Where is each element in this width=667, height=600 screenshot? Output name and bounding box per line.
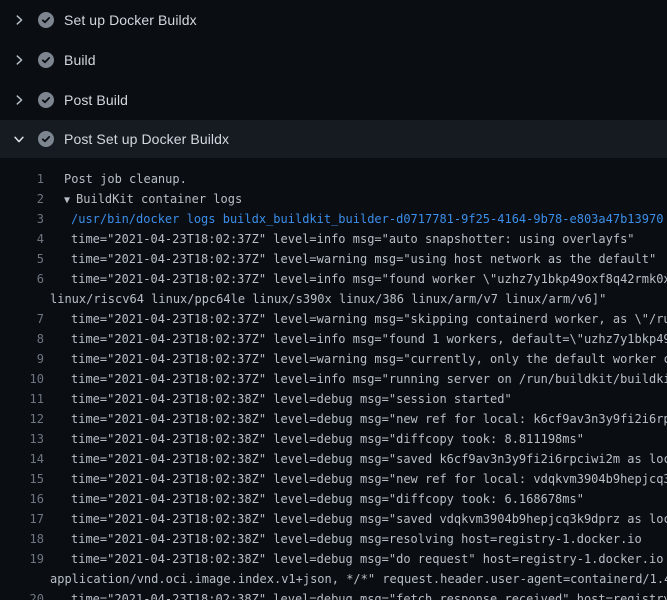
step-row-build[interactable]: Build bbox=[0, 40, 667, 80]
step-label: Build bbox=[64, 52, 96, 68]
log-line-number[interactable]: 2 bbox=[0, 189, 44, 209]
log-line-number[interactable]: 10 bbox=[0, 369, 44, 389]
log-line-text: time="2021-04-23T18:02:38Z" level=debug … bbox=[71, 552, 667, 566]
log-line-text: time="2021-04-23T18:02:38Z" level=debug … bbox=[71, 472, 667, 486]
log-line-number[interactable]: 19 bbox=[0, 549, 44, 569]
step-label: Post Set up Docker Buildx bbox=[64, 131, 229, 147]
log-line-number[interactable] bbox=[0, 289, 44, 309]
log-line-text: time="2021-04-23T18:02:37Z" level=warnin… bbox=[71, 312, 667, 326]
step-row-post-build[interactable]: Post Build bbox=[0, 80, 667, 120]
log-line: 13 ▼time="2021-04-23T18:02:38Z" level=de… bbox=[0, 429, 667, 449]
log-line-number[interactable]: 4 bbox=[0, 229, 44, 249]
log-line-number[interactable]: 17 bbox=[0, 509, 44, 529]
log-line-text: BuildKit container logs bbox=[76, 192, 242, 206]
log-line-number[interactable]: 14 bbox=[0, 449, 44, 469]
step-row-post-set-up-docker-buildx[interactable]: Post Set up Docker Buildx bbox=[0, 120, 667, 158]
log-line-text: time="2021-04-23T18:02:37Z" level=info m… bbox=[71, 232, 635, 246]
log-line: 11 ▼time="2021-04-23T18:02:38Z" level=de… bbox=[0, 389, 667, 409]
log-line-text: time="2021-04-23T18:02:37Z" level=warnin… bbox=[71, 252, 656, 266]
log-line-text: /usr/bin/docker logs buildx_buildkit_bui… bbox=[71, 212, 663, 226]
steps-list: Set up Docker Buildx Build P bbox=[0, 0, 667, 158]
log-output: 1 ▼Post job cleanup. 2 ▼ BuildKit contain… bbox=[0, 158, 667, 600]
log-line-text: application/vnd.oci.image.index.v1+json,… bbox=[50, 572, 667, 586]
log-line-text: time="2021-04-23T18:02:37Z" level=info m… bbox=[71, 372, 667, 386]
step-label: Post Build bbox=[64, 92, 128, 108]
log-line-text: linux/riscv64 linux/ppc64le linux/s390x … bbox=[50, 292, 606, 306]
log-line-text: time="2021-04-23T18:02:38Z" level=debug … bbox=[71, 512, 667, 526]
workflow-log-viewer: Set up Docker Buildx Build P bbox=[0, 0, 667, 600]
log-line-text: time="2021-04-23T18:02:38Z" level=debug … bbox=[71, 452, 667, 466]
log-line-number[interactable]: 15 bbox=[0, 469, 44, 489]
check-circle-icon bbox=[38, 52, 54, 68]
log-line-number[interactable]: 7 bbox=[0, 309, 44, 329]
log-line-number[interactable]: 11 bbox=[0, 389, 44, 409]
log-line: 12 ▼time="2021-04-23T18:02:38Z" level=de… bbox=[0, 409, 667, 429]
log-line: 19 ▼time="2021-04-23T18:02:38Z" level=de… bbox=[0, 549, 667, 569]
log-line-text: time="2021-04-23T18:02:38Z" level=debug … bbox=[71, 492, 584, 506]
log-line-text: time="2021-04-23T18:02:37Z" level=warnin… bbox=[71, 352, 667, 366]
log-line-text: time="2021-04-23T18:02:37Z" level=info m… bbox=[71, 272, 667, 286]
log-line: 8 ▼time="2021-04-23T18:02:37Z" level=inf… bbox=[0, 329, 667, 349]
log-line-number[interactable]: 20 bbox=[0, 589, 44, 600]
log-line: 2 ▼ BuildKit container logs bbox=[0, 189, 667, 209]
log-line: 9 ▼time="2021-04-23T18:02:37Z" level=war… bbox=[0, 349, 667, 369]
log-line-number[interactable]: 5 bbox=[0, 249, 44, 269]
log-line-text: time="2021-04-23T18:02:37Z" level=info m… bbox=[71, 332, 667, 346]
step-row-set-up-docker-buildx[interactable]: Set up Docker Buildx bbox=[0, 0, 667, 40]
log-line: 14 ▼time="2021-04-23T18:02:38Z" level=de… bbox=[0, 449, 667, 469]
log-line-number[interactable]: 6 bbox=[0, 269, 44, 289]
check-circle-icon bbox=[38, 131, 54, 147]
log-line: 17 ▼time="2021-04-23T18:02:38Z" level=de… bbox=[0, 509, 667, 529]
log-line-number[interactable]: 16 bbox=[0, 489, 44, 509]
log-line-number[interactable]: 1 bbox=[0, 169, 44, 189]
log-line-text: time="2021-04-23T18:02:38Z" level=debug … bbox=[71, 412, 667, 426]
log-line: 3 ▼/usr/bin/docker logs buildx_buildkit_… bbox=[0, 209, 667, 229]
log-line: 10 ▼time="2021-04-23T18:02:37Z" level=in… bbox=[0, 369, 667, 389]
log-line: 4 ▼time="2021-04-23T18:02:37Z" level=inf… bbox=[0, 229, 667, 249]
log-line: 6 ▼time="2021-04-23T18:02:37Z" level=inf… bbox=[0, 269, 667, 289]
log-line-number[interactable]: 18 bbox=[0, 529, 44, 549]
log-line: 15 ▼time="2021-04-23T18:02:38Z" level=de… bbox=[0, 469, 667, 489]
log-line: 1 ▼Post job cleanup. bbox=[0, 169, 667, 189]
check-circle-icon bbox=[38, 92, 54, 108]
log-line-text: time="2021-04-23T18:02:38Z" level=debug … bbox=[71, 432, 584, 446]
log-line-text: Post job cleanup. bbox=[64, 172, 187, 186]
log-line-text: time="2021-04-23T18:02:38Z" level=debug … bbox=[71, 392, 512, 406]
log-line-number[interactable]: 3 bbox=[0, 209, 44, 229]
chevron-icon[interactable] bbox=[12, 13, 28, 27]
log-line: 18 ▼time="2021-04-23T18:02:38Z" level=de… bbox=[0, 529, 667, 549]
check-circle-icon bbox=[38, 12, 54, 28]
log-line-number[interactable]: 8 bbox=[0, 329, 44, 349]
log-line: 7 ▼time="2021-04-23T18:02:37Z" level=war… bbox=[0, 309, 667, 329]
log-line: 5 ▼time="2021-04-23T18:02:37Z" level=war… bbox=[0, 249, 667, 269]
group-caret-icon[interactable]: ▼ bbox=[64, 195, 70, 206]
log-line: ▼linux/riscv64 linux/ppc64le linux/s390x… bbox=[0, 289, 667, 309]
log-line-text: time="2021-04-23T18:02:38Z" level=debug … bbox=[71, 592, 667, 600]
chevron-icon[interactable] bbox=[12, 132, 28, 146]
chevron-icon[interactable] bbox=[12, 53, 28, 67]
log-line-number[interactable] bbox=[0, 569, 44, 589]
step-label: Set up Docker Buildx bbox=[64, 12, 197, 28]
log-line: 16 ▼time="2021-04-23T18:02:38Z" level=de… bbox=[0, 489, 667, 509]
log-line-number[interactable]: 13 bbox=[0, 429, 44, 449]
log-line: ▼application/vnd.oci.image.index.v1+json… bbox=[0, 569, 667, 589]
chevron-icon[interactable] bbox=[12, 93, 28, 107]
log-line-number[interactable]: 9 bbox=[0, 349, 44, 369]
log-line: 20 ▼time="2021-04-23T18:02:38Z" level=de… bbox=[0, 589, 667, 600]
log-line-text: time="2021-04-23T18:02:38Z" level=debug … bbox=[71, 532, 642, 546]
log-line-number[interactable]: 12 bbox=[0, 409, 44, 429]
